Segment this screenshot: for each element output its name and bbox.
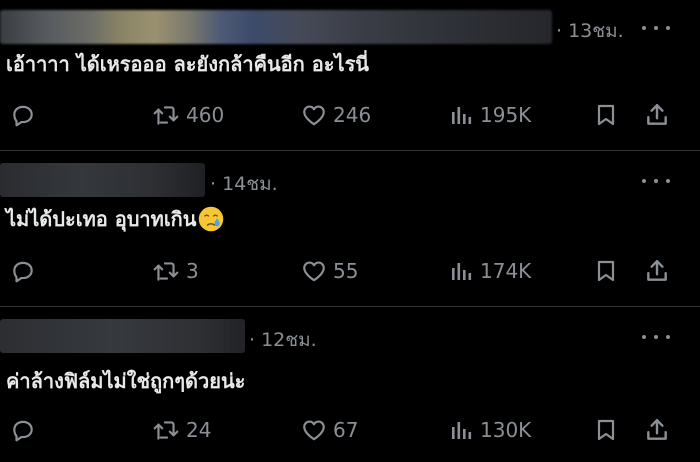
- like-count: 67: [333, 418, 359, 442]
- like-button[interactable]: 67: [301, 414, 358, 446]
- tweet[interactable]: · 14ชม. ไม่ได้ปะเทอ อุบาทเกิน 3 55 174K: [0, 151, 700, 306]
- tweet-actions: 460 246 195K: [0, 99, 700, 131]
- tweet-header: · 13ชม.: [0, 10, 700, 44]
- bookmark-button[interactable]: [594, 414, 618, 446]
- share-icon: [647, 104, 667, 125]
- share-button[interactable]: [644, 414, 670, 446]
- tweet-actions: 24 67 130K: [0, 414, 700, 446]
- retweet-button[interactable]: 3: [152, 255, 199, 287]
- retweet-button[interactable]: 460: [152, 99, 224, 131]
- views-icon: [452, 422, 472, 439]
- like-button[interactable]: 55: [301, 255, 358, 287]
- tweet-timestamp[interactable]: · 13ชม.: [556, 16, 624, 46]
- blurred-username[interactable]: [0, 319, 245, 353]
- tweet-timestamp[interactable]: · 14ชม.: [210, 169, 278, 199]
- tweet[interactable]: · 13ชม. เอ้าาาา ได้เหรอออ ละยังกล้าคืนอี…: [0, 0, 700, 150]
- reply-button[interactable]: [10, 255, 36, 287]
- share-button[interactable]: [644, 99, 670, 131]
- retweet-count: 24: [186, 418, 212, 442]
- retweet-icon: [153, 421, 179, 440]
- reply-button[interactable]: [10, 99, 36, 131]
- views-count: 130K: [480, 418, 532, 442]
- like-count: 55: [333, 259, 359, 283]
- reply-button[interactable]: [10, 414, 36, 446]
- bookmark-icon: [597, 419, 615, 441]
- retweet-icon: [153, 106, 179, 125]
- reply-timeline: · 13ชม. เอ้าาาา ได้เหรอออ ละยังกล้าคืนอี…: [0, 0, 700, 462]
- more-icon[interactable]: [642, 171, 670, 191]
- reply-icon: [13, 105, 33, 127]
- share-button[interactable]: [644, 255, 670, 287]
- tweet-header: · 14ชม.: [0, 163, 700, 197]
- reply-icon: [13, 420, 33, 442]
- tweet-text-content: ค่าล้างฟิล์มไม่ใช่ถูกๆด้วยน่ะ: [6, 369, 246, 393]
- bookmark-icon: [597, 104, 615, 126]
- reply-icon: [13, 261, 33, 283]
- tweet-text-content: เอ้าาาา ได้เหรอออ ละยังกล้าคืนอีก อะไรนี…: [6, 52, 369, 76]
- like-button[interactable]: 246: [301, 99, 371, 131]
- views-button[interactable]: 195K: [450, 99, 531, 131]
- share-icon: [647, 260, 667, 281]
- retweet-icon: [153, 262, 179, 281]
- views-button[interactable]: 130K: [450, 414, 531, 446]
- bookmark-icon: [597, 260, 615, 282]
- views-count: 195K: [480, 103, 532, 127]
- more-icon[interactable]: [642, 18, 670, 38]
- retweet-count: 3: [186, 259, 199, 283]
- bookmark-button[interactable]: [594, 255, 618, 287]
- heart-icon: [303, 261, 325, 282]
- views-count: 174K: [480, 259, 532, 283]
- retweet-button[interactable]: 24: [152, 414, 211, 446]
- views-button[interactable]: 174K: [450, 255, 531, 287]
- blurred-username[interactable]: [0, 163, 205, 197]
- share-icon: [647, 419, 667, 440]
- heart-icon: [303, 105, 325, 126]
- views-icon: [452, 107, 472, 124]
- tweet-actions: 3 55 174K: [0, 255, 700, 287]
- tweet-text-content: ไม่ได้ปะเทอ อุบาทเกิน: [6, 207, 197, 231]
- tweet-text: เอ้าาาา ได้เหรอออ ละยังกล้าคืนอีก อะไรนี…: [6, 48, 369, 80]
- tweet-text: ค่าล้างฟิล์มไม่ใช่ถูกๆด้วยน่ะ: [6, 365, 245, 397]
- heart-icon: [303, 420, 325, 441]
- tweet-header: · 12ชม.: [0, 319, 700, 353]
- more-icon[interactable]: [642, 327, 670, 347]
- views-icon: [452, 263, 472, 280]
- blurred-username[interactable]: [0, 10, 552, 44]
- tweet-text: ไม่ได้ปะเทอ อุบาทเกิน: [6, 203, 225, 235]
- like-count: 246: [333, 103, 372, 127]
- tweet[interactable]: · 12ชม. ค่าล้างฟิล์มไม่ใช่ถูกๆด้วยน่ะ 24…: [0, 307, 700, 462]
- bookmark-button[interactable]: [594, 99, 618, 131]
- retweet-count: 460: [186, 103, 225, 127]
- crying-face-emoji-icon: [199, 206, 224, 232]
- tweet-timestamp[interactable]: · 12ชม.: [249, 325, 317, 355]
